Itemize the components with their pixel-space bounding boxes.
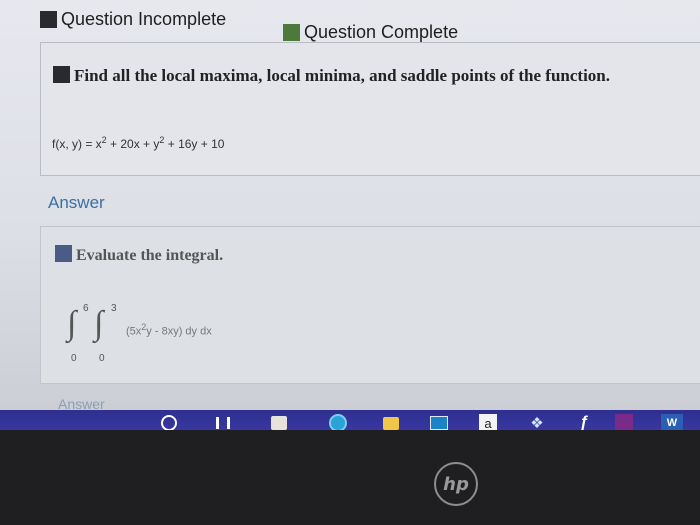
incomplete-swatch-icon — [40, 11, 57, 28]
integrand: (5x2y - 8xy) dy dx — [126, 322, 212, 338]
store-icon[interactable] — [268, 413, 290, 430]
legend-incomplete-label: Question Incomplete — [61, 9, 227, 29]
question-2-prompt: Evaluate the integral. — [55, 245, 223, 265]
onenote-icon[interactable] — [614, 413, 634, 430]
hp-logo-text: hp — [443, 473, 469, 495]
question-1-formula: f(x, y) = x2 + 20x + y2 + 16y + 10 — [52, 135, 224, 151]
task-view-icon[interactable] — [212, 413, 234, 430]
legend-incomplete: Question Incomplete — [40, 9, 226, 30]
integrand-part: y - 8xy) dy dx — [146, 325, 212, 338]
flash-icon[interactable]: ƒ — [574, 413, 594, 430]
legend-complete-label: Question Complete — [304, 22, 459, 42]
formula-part: + 16y + 10 — [164, 137, 225, 151]
incomplete-marker-icon — [53, 66, 70, 83]
amazon-icon[interactable]: a — [478, 413, 498, 430]
inner-upper-limit: 3 — [111, 303, 117, 314]
legend-complete: Question Complete — [283, 22, 458, 43]
browser-screen: Question Incomplete Question Complete Fi… — [0, 0, 700, 430]
integrand-part: (5x — [126, 325, 142, 338]
question-1-prompt: Find all the local maxima, local minima,… — [53, 66, 610, 86]
taskbar: a ❖ ƒ W — [0, 410, 700, 430]
inner-lower-limit: 0 — [99, 353, 105, 364]
file-explorer-icon[interactable] — [380, 413, 402, 430]
word-letter: W — [661, 414, 683, 430]
outer-lower-limit: 0 — [71, 353, 77, 364]
question-2-text: Evaluate the integral. — [76, 247, 224, 264]
amazon-letter: a — [479, 414, 497, 430]
hp-logo: hp — [434, 462, 478, 506]
cortana-search-icon[interactable] — [158, 413, 180, 430]
formula-part: f(x, y) = x — [52, 137, 102, 151]
inner-integral-sign: ∫ — [94, 305, 104, 342]
complete-swatch-icon — [283, 24, 300, 41]
dropbox-icon[interactable]: ❖ — [526, 413, 548, 430]
answer-1-link[interactable]: Answer — [48, 193, 105, 213]
word-icon[interactable]: W — [658, 413, 686, 430]
edge-browser-icon[interactable] — [326, 413, 350, 430]
incomplete-marker-icon — [55, 245, 72, 262]
mail-icon[interactable] — [427, 413, 451, 430]
outer-integral-sign: ∫ — [67, 305, 77, 342]
question-2-box: Evaluate the integral. ∫ ∫ 6 0 3 0 (5x2y… — [40, 226, 700, 384]
outer-upper-limit: 6 — [83, 303, 89, 314]
question-1-text: Find all the local maxima, local minima,… — [74, 66, 611, 85]
formula-part: + 20x + y — [106, 137, 160, 151]
question-1-box: Find all the local maxima, local minima,… — [40, 42, 700, 176]
